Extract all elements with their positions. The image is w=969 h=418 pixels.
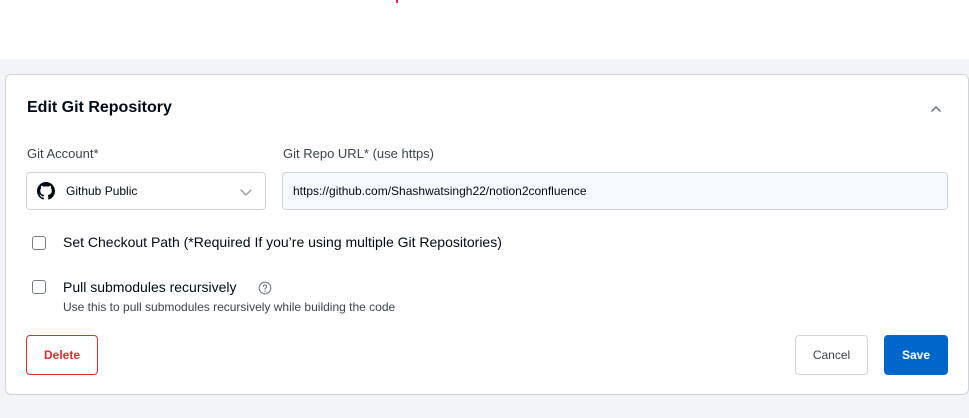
submodules-label: Pull submodules recursively (63, 279, 237, 295)
chevron-up-icon (931, 106, 941, 112)
top-strip (0, 0, 969, 59)
checkout-path-checkbox[interactable] (32, 236, 46, 250)
submodules-checkbox[interactable] (32, 280, 46, 294)
chevron-down-icon (240, 189, 252, 196)
collapse-button[interactable] (924, 97, 948, 121)
help-icon[interactable] (258, 281, 272, 295)
card-title: Edit Git Repository (27, 99, 172, 116)
git-account-select[interactable]: Github Public (26, 172, 266, 210)
edit-git-repository-card: Edit Git Repository Git Account* Git Rep… (5, 74, 969, 395)
cancel-button[interactable]: Cancel (795, 335, 868, 375)
git-account-value: Github Public (66, 184, 138, 198)
repo-url-label: Git Repo URL* (use https) (283, 146, 435, 161)
git-account-label: Git Account* (27, 146, 99, 161)
submodules-help-text: Use this to pull submodules recursively … (63, 300, 396, 314)
save-button[interactable]: Save (884, 335, 948, 375)
cursor-marker (396, 0, 398, 3)
github-icon (37, 182, 55, 200)
checkout-path-label: Set Checkout Path (*Required If you’re u… (63, 234, 502, 250)
repo-url-input[interactable] (282, 172, 948, 210)
delete-button[interactable]: Delete (26, 335, 98, 375)
